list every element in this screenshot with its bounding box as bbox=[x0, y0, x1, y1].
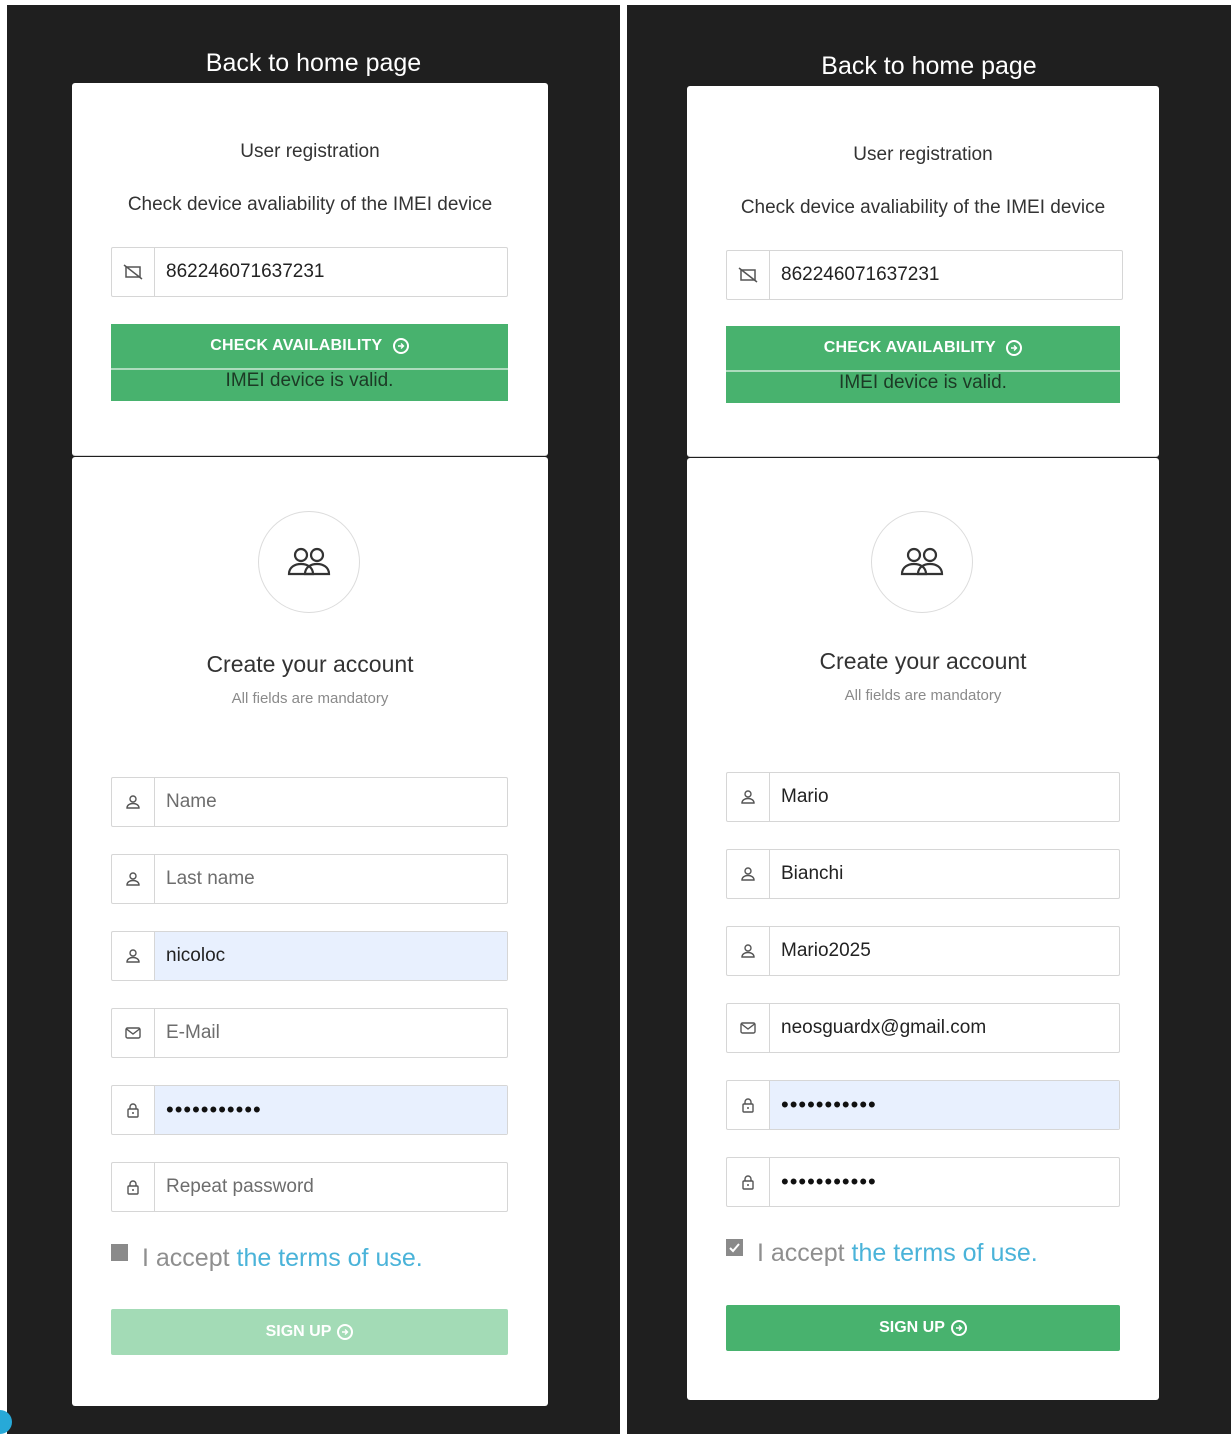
terms-prefix: I accept bbox=[142, 1244, 237, 1272]
checkmark-icon bbox=[729, 1243, 740, 1253]
registration-panel-left: Back to home page User registration Chec… bbox=[7, 5, 620, 1434]
repeat-password-input[interactable]: Repeat password bbox=[155, 1163, 507, 1211]
lock-icon bbox=[112, 1086, 155, 1134]
create-account-card: Create your account All fields are manda… bbox=[687, 458, 1159, 1400]
user-icon bbox=[112, 778, 155, 826]
lock-icon bbox=[727, 1158, 770, 1206]
name-field[interactable]: Name bbox=[111, 777, 508, 827]
check-subtitle: Check device avaliability of the IMEI de… bbox=[740, 197, 1106, 218]
check-availability-label: CHECK AVAILABILITY bbox=[823, 339, 996, 356]
email-field[interactable]: E-Mail bbox=[111, 1008, 508, 1058]
create-account-title: Create your account bbox=[819, 648, 1027, 674]
envelope-icon bbox=[727, 1004, 770, 1052]
last-name-field[interactable]: Last name bbox=[111, 854, 508, 904]
check-subtitle: Check device avaliability of the IMEI de… bbox=[127, 194, 493, 215]
sign-up-button[interactable]: SIGN UP bbox=[726, 1305, 1120, 1351]
check-availability-button[interactable]: CHECK AVAILABILITY IMEI device is valid. bbox=[726, 326, 1120, 403]
imei-check-card: User registration Check device avaliabil… bbox=[72, 83, 548, 456]
sign-up-label: SIGN UP bbox=[265, 1323, 332, 1340]
password-field[interactable]: ••••••••••• bbox=[726, 1080, 1120, 1130]
user-icon bbox=[112, 855, 155, 903]
email-input[interactable]: E-Mail bbox=[155, 1009, 507, 1057]
create-account-card: Create your account All fields are manda… bbox=[72, 457, 548, 1406]
circle-arrow-right-icon bbox=[392, 338, 409, 354]
mandatory-note: All fields are mandatory bbox=[231, 690, 389, 707]
registration-title: User registration bbox=[240, 141, 380, 162]
imei-input[interactable]: 862246071637231 bbox=[770, 251, 1122, 299]
user-icon bbox=[112, 932, 155, 980]
repeat-password-field[interactable]: ••••••••••• bbox=[726, 1157, 1120, 1207]
circle-arrow-right-icon bbox=[950, 1320, 967, 1336]
lock-icon bbox=[727, 1081, 770, 1129]
imei-valid-message: IMEI device is valid. bbox=[839, 372, 1007, 393]
create-account-title: Create your account bbox=[206, 651, 414, 677]
mandatory-note: All fields are mandatory bbox=[844, 687, 1002, 704]
username-input[interactable]: Mario2025 bbox=[770, 927, 1119, 975]
check-availability-button[interactable]: CHECK AVAILABILITY IMEI device is valid. bbox=[111, 324, 508, 401]
registration-title: User registration bbox=[853, 144, 993, 165]
terms-checkbox[interactable] bbox=[111, 1244, 128, 1261]
imei-field[interactable]: 862246071637231 bbox=[111, 247, 508, 297]
name-field[interactable]: Mario bbox=[726, 772, 1120, 822]
name-input[interactable]: Mario bbox=[770, 773, 1119, 821]
check-availability-label-row: CHECK AVAILABILITY bbox=[726, 339, 1120, 357]
no-phone-icon bbox=[727, 251, 770, 299]
sign-up-button[interactable]: SIGN UP bbox=[111, 1309, 508, 1355]
users-group-icon bbox=[900, 547, 944, 576]
imei-valid-message: IMEI device is valid. bbox=[225, 370, 394, 391]
terms-suffix: . bbox=[1030, 1239, 1038, 1267]
username-field[interactable]: Mario2025 bbox=[726, 926, 1120, 976]
check-availability-label: CHECK AVAILABILITY bbox=[210, 337, 383, 354]
password-field[interactable]: ••••••••••• bbox=[111, 1085, 508, 1135]
terms-of-use-link[interactable]: the terms of use bbox=[237, 1244, 416, 1273]
terms-of-use-link[interactable]: the terms of use bbox=[852, 1239, 1031, 1268]
circle-arrow-right-icon bbox=[1006, 340, 1023, 356]
user-icon bbox=[727, 773, 770, 821]
username-field[interactable]: nicoloc bbox=[111, 931, 508, 981]
last-name-input[interactable]: Bianchi bbox=[770, 850, 1119, 898]
email-field[interactable]: neosguardx@gmail.com bbox=[726, 1003, 1120, 1053]
name-input[interactable]: Name bbox=[155, 778, 507, 826]
email-input[interactable]: neosguardx@gmail.com bbox=[770, 1004, 1119, 1052]
check-availability-label-row: CHECK AVAILABILITY bbox=[111, 337, 508, 355]
user-icon bbox=[727, 850, 770, 898]
repeat-password-input[interactable]: ••••••••••• bbox=[770, 1158, 1119, 1206]
terms-checkbox[interactable] bbox=[726, 1239, 743, 1256]
imei-field[interactable]: 862246071637231 bbox=[726, 250, 1123, 300]
avatar-circle bbox=[258, 511, 360, 613]
password-input[interactable]: ••••••••••• bbox=[155, 1086, 507, 1134]
user-icon bbox=[727, 927, 770, 975]
imei-check-card: User registration Check device avaliabil… bbox=[687, 86, 1159, 457]
password-input[interactable]: ••••••••••• bbox=[770, 1081, 1119, 1129]
back-to-home-link[interactable]: Back to home page bbox=[7, 49, 620, 78]
avatar-circle bbox=[871, 511, 973, 613]
terms-suffix: . bbox=[415, 1244, 423, 1272]
terms-row: I accept the terms of use . bbox=[111, 1244, 423, 1273]
last-name-input[interactable]: Last name bbox=[155, 855, 507, 903]
sign-up-label: SIGN UP bbox=[879, 1319, 945, 1336]
username-input[interactable]: nicoloc bbox=[155, 932, 507, 980]
terms-prefix: I accept bbox=[757, 1239, 852, 1267]
circle-arrow-right-icon bbox=[337, 1324, 354, 1340]
imei-input[interactable]: 862246071637231 bbox=[155, 248, 507, 296]
terms-row: I accept the terms of use . bbox=[726, 1239, 1038, 1268]
repeat-password-field[interactable]: Repeat password bbox=[111, 1162, 508, 1212]
last-name-field[interactable]: Bianchi bbox=[726, 849, 1120, 899]
back-to-home-link[interactable]: Back to home page bbox=[627, 52, 1231, 81]
envelope-icon bbox=[112, 1009, 155, 1057]
no-phone-icon bbox=[112, 248, 155, 296]
lock-icon bbox=[112, 1163, 155, 1211]
users-group-icon bbox=[287, 547, 331, 576]
registration-panel-right: Back to home page User registration Chec… bbox=[627, 5, 1231, 1434]
